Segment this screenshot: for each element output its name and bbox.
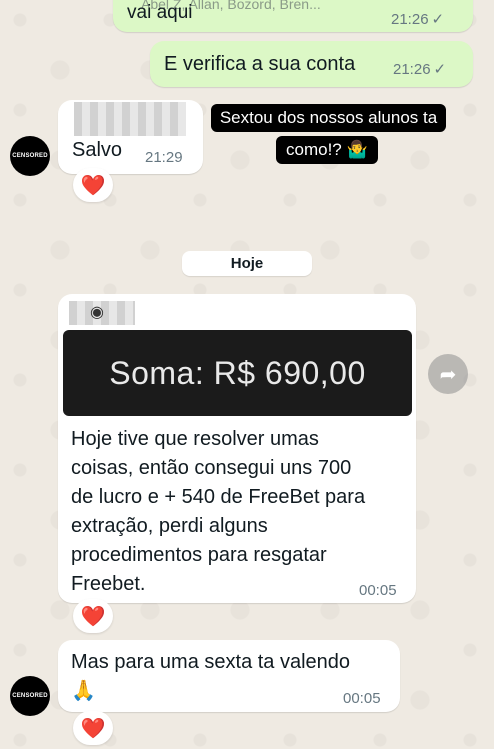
message-time: 00:05 <box>343 690 381 707</box>
story-caption: como!? 🤷‍♂️ <box>276 136 378 164</box>
message-line: Hoje tive que resolver umas <box>71 428 319 450</box>
avatar[interactable]: CENSORED <box>10 676 50 716</box>
message-text: vai aqui <box>127 2 193 23</box>
message-line: Freebet. <box>71 573 146 595</box>
read-check-icon: ✓ <box>431 11 445 28</box>
read-check-icon: ✓ <box>433 61 447 78</box>
forward-icon[interactable]: ➦ <box>428 354 468 394</box>
date-divider: Hoje <box>182 251 312 276</box>
message-text: Mas para uma sexta ta valendo <box>71 651 351 673</box>
message-time: 21:29 <box>145 149 183 166</box>
message-line: procedimentos para resgatar <box>71 544 327 566</box>
message-text: Hoje tive que resolver umas coisas, entã… <box>71 425 406 599</box>
media-text: Soma: R$ 690,00 <box>109 354 366 391</box>
incoming-media-message[interactable]: ◉ Soma: R$ 690,00 Hoje tive que resolver… <box>58 294 416 603</box>
heart-reaction[interactable]: ❤️ <box>73 599 113 633</box>
incoming-message[interactable]: Mas para uma sexta ta valendo 🙏 00:05 <box>58 640 400 712</box>
message-time: 00:05 <box>359 582 397 599</box>
message-text: E verifica a sua conta <box>164 53 356 75</box>
incoming-message[interactable]: Salvo 21:29 <box>58 100 203 174</box>
message-text: Salvo <box>72 139 123 161</box>
message-line: coisas, então consegui uns 700 <box>71 457 352 479</box>
message-line: de lucro e + 540 de FreeBet para <box>71 486 366 508</box>
message-time: 21:26 ✓ <box>393 60 447 79</box>
blurred-content <box>74 102 186 136</box>
caption-line: como!? 🤷‍♂️ <box>286 140 368 159</box>
story-caption: Sextou dos nossos alunos ta <box>211 104 446 132</box>
pray-emoji: 🙏 <box>71 680 96 702</box>
heart-reaction[interactable]: ❤️ <box>73 168 113 202</box>
view-once-icon: ◉ <box>90 304 104 321</box>
outgoing-message-partial[interactable]: Abel Z, Allan, Bozord, Bren... vai aqui … <box>113 0 473 32</box>
outgoing-message[interactable]: E verifica a sua conta 21:26 ✓ <box>150 41 473 87</box>
heart-reaction[interactable]: ❤️ <box>73 711 113 745</box>
message-time: 21:26 ✓ <box>391 10 445 29</box>
message-line: extração, perdi alguns <box>71 515 268 537</box>
caption-line: Sextou dos nossos alunos ta <box>219 108 438 127</box>
avatar[interactable]: CENSORED <box>10 136 50 176</box>
media-preview[interactable]: Soma: R$ 690,00 <box>63 330 412 416</box>
